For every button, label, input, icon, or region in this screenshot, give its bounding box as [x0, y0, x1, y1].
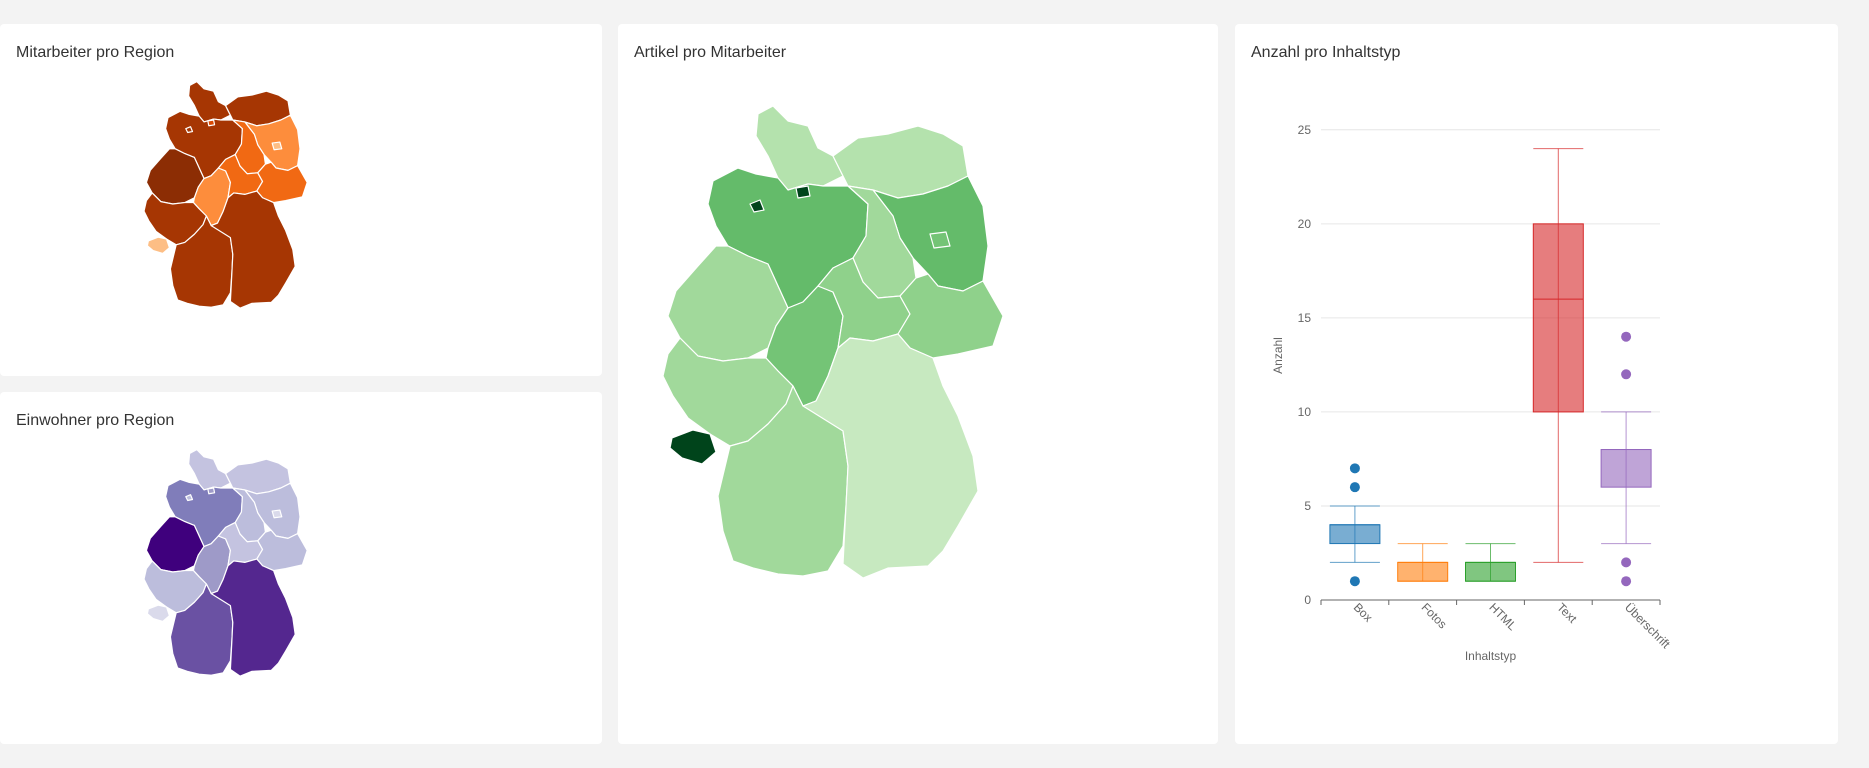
outlier-point: [1349, 463, 1360, 474]
map-states: [662, 105, 1004, 579]
panel-residents-per-region: Einwohner pro Region: [0, 392, 602, 744]
y-tick-label: 20: [1298, 217, 1312, 231]
state-hh[interactable]: [207, 119, 216, 127]
panel-count-per-content-type: Anzahl pro Inhaltstyp 0 5 10 15 20 25 Box Fotos…: [1235, 24, 1838, 744]
state-sl[interactable]: [146, 236, 171, 255]
x-tick-label: Box: [1351, 600, 1376, 625]
map-residents-germany: [143, 449, 308, 677]
x-tick-label: Text: [1554, 600, 1580, 626]
panel-employees-per-region: Mitarbeiter pro Region: [0, 24, 602, 376]
outlier-point: [1621, 557, 1632, 568]
state-sl[interactable]: [669, 429, 717, 465]
state-be[interactable]: [271, 509, 283, 519]
boxplot-chart: 0 5 10 15 20 25 Box Fotos HTML Text Überschrift Inh…: [1271, 123, 1673, 663]
state-hh[interactable]: [207, 487, 216, 495]
panel-articles-per-employee: Artikel pro Mitarbeiter: [618, 24, 1218, 744]
box-überschrift[interactable]: [1600, 331, 1652, 587]
map-employees-germany: [143, 81, 308, 309]
box-box[interactable]: [1329, 463, 1381, 587]
y-tick-label: 5: [1304, 499, 1311, 513]
y-axis-title: Anzahl: [1271, 337, 1285, 374]
box-text[interactable]: [1532, 148, 1584, 563]
state-be[interactable]: [271, 141, 283, 151]
y-tick-label: 15: [1298, 311, 1312, 325]
box-html[interactable]: [1465, 543, 1516, 582]
state-sl[interactable]: [146, 604, 171, 623]
outlier-point: [1349, 576, 1360, 587]
outlier-point: [1621, 576, 1632, 587]
outlier-point: [1621, 331, 1632, 342]
x-tick-label: Fotos: [1419, 600, 1450, 631]
outlier-point: [1349, 482, 1360, 493]
map-states: [143, 449, 308, 677]
y-tick-label: 10: [1298, 405, 1312, 419]
state-be[interactable]: [929, 231, 951, 249]
x-axis-title: Inhaltstyp: [1465, 649, 1517, 663]
x-tick-label: Überschrift: [1622, 600, 1673, 651]
y-tick-label: 25: [1298, 123, 1312, 137]
y-tick-label: 0: [1304, 593, 1311, 607]
map-states: [143, 81, 308, 309]
outlier-point: [1621, 369, 1632, 380]
map-articles-germany: [662, 105, 1004, 579]
x-tick-label: HTML: [1486, 600, 1519, 633]
state-hh[interactable]: [795, 185, 811, 199]
box-fotos[interactable]: [1397, 543, 1449, 582]
